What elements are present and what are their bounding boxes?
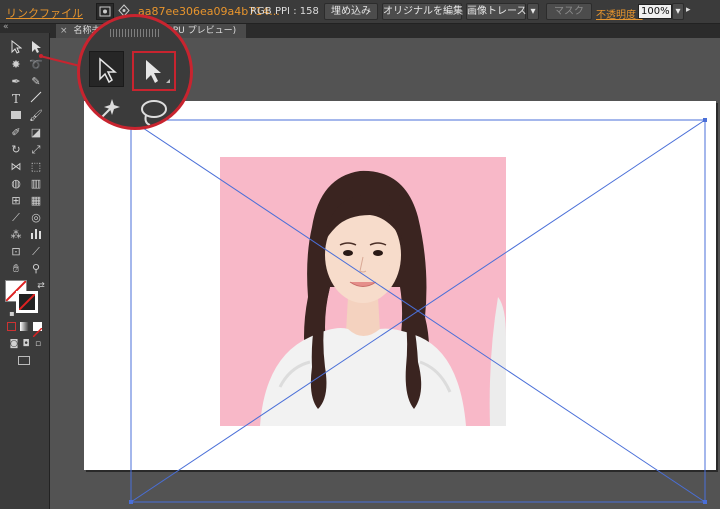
link-file-link[interactable]: リンクファイル bbox=[6, 5, 83, 21]
swap-fill-stroke-icon[interactable]: ⇄ bbox=[32, 278, 50, 294]
rectangle-tool-icon[interactable] bbox=[7, 108, 25, 124]
color-mode-button[interactable] bbox=[7, 322, 16, 331]
opacity-label[interactable]: 不透明度 : bbox=[596, 6, 643, 21]
rotate-tool-icon[interactable]: ↻ bbox=[7, 142, 25, 158]
zoom-selection-tool bbox=[89, 51, 124, 87]
ppi-label: PPI : 158 bbox=[275, 6, 319, 17]
line-tool-icon[interactable] bbox=[27, 91, 45, 107]
magic-wand-tool-icon[interactable]: ✸ bbox=[7, 57, 25, 73]
opacity-field[interactable]: 100% bbox=[638, 4, 672, 19]
zoom-callout bbox=[77, 14, 193, 130]
screen-mode-icon[interactable] bbox=[18, 356, 30, 365]
shaper-tool-icon[interactable]: ✐ bbox=[7, 125, 25, 141]
free-transform-tool-icon[interactable]: ⬚ bbox=[27, 159, 45, 175]
link-panel-icon[interactable] bbox=[96, 3, 114, 20]
gradient-mode-button[interactable] bbox=[20, 322, 29, 331]
none-mode-button[interactable] bbox=[32, 322, 43, 338]
symbol-sprayer-tool-icon[interactable]: ⁂ bbox=[7, 227, 25, 243]
zoom-direct-selection-tool bbox=[132, 51, 176, 91]
zoom-panel-grip bbox=[110, 29, 160, 37]
slice-tool-icon[interactable]: ⟋ bbox=[27, 244, 45, 260]
curvature-tool-icon[interactable]: ✎ bbox=[27, 74, 45, 90]
column-graph-tool-icon[interactable] bbox=[27, 227, 45, 243]
shape-builder-tool-icon[interactable]: ◍ bbox=[7, 176, 25, 192]
width-tool-icon[interactable]: ⋈ bbox=[7, 159, 25, 175]
zoom-lasso-icon bbox=[136, 97, 170, 127]
draw-inside-icon[interactable]: ▫ bbox=[29, 336, 47, 352]
illustrator-window: リンクファイル aa87ee306ea09a4b714... RGB PPI :… bbox=[0, 0, 720, 509]
trace-options-dropdown[interactable]: ▾ bbox=[527, 3, 539, 20]
image-trace-button[interactable]: 画像トレース bbox=[466, 3, 527, 20]
zoom-magic-wand-icon bbox=[92, 95, 122, 125]
tools-panel-header[interactable]: « bbox=[0, 22, 50, 33]
opacity-dropdown[interactable]: ▾ bbox=[672, 3, 684, 20]
perspective-grid-tool-icon[interactable]: ▥ bbox=[27, 176, 45, 192]
color-mode-label: RGB bbox=[250, 6, 272, 17]
eraser-tool-icon[interactable]: ◪ bbox=[27, 125, 45, 141]
blend-tool-icon[interactable]: ◎ bbox=[27, 210, 45, 226]
default-fill-stroke-icon[interactable]: ▪ bbox=[3, 306, 21, 322]
selection-tool-icon[interactable] bbox=[7, 39, 25, 56]
lasso-tool-icon[interactable]: ➰ bbox=[27, 57, 45, 73]
tools-panel: « ✸ ➰ ✒ ✎ T 🖌︎ ✐ ◪ ↻ ⤢ ⋈ ⬚ ◍ ▥ ⊞ ▦ ⟋ ◎ ⁂… bbox=[0, 22, 50, 509]
embed-button[interactable]: 埋め込み bbox=[324, 3, 378, 20]
mask-button[interactable]: マスク bbox=[546, 3, 592, 20]
zoom-tool-icon[interactable]: ⚲ bbox=[27, 261, 45, 277]
eyedropper-tool-icon[interactable]: ⟋ bbox=[7, 210, 25, 226]
edit-original-button[interactable]: オリジナルを編集 bbox=[382, 3, 463, 20]
close-tab-icon[interactable]: × bbox=[60, 26, 68, 36]
gradient-tool-icon[interactable]: ▦ bbox=[27, 193, 45, 209]
direct-selection-tool-icon[interactable] bbox=[27, 40, 45, 56]
hand-tool-icon[interactable]: ✋︎ bbox=[7, 261, 25, 277]
panel-menu-icon[interactable]: ▸ bbox=[686, 5, 691, 15]
artboard-tool-icon[interactable]: ⊡ bbox=[7, 244, 25, 260]
collapse-icon[interactable]: « bbox=[3, 22, 9, 32]
type-tool-icon[interactable]: T bbox=[7, 91, 25, 107]
mesh-tool-icon[interactable]: ⊞ bbox=[7, 193, 25, 209]
paintbrush-tool-icon[interactable]: 🖌︎ bbox=[27, 108, 45, 124]
pen-tool-icon[interactable]: ✒ bbox=[7, 74, 25, 90]
scale-tool-icon[interactable]: ⤢ bbox=[27, 142, 45, 158]
